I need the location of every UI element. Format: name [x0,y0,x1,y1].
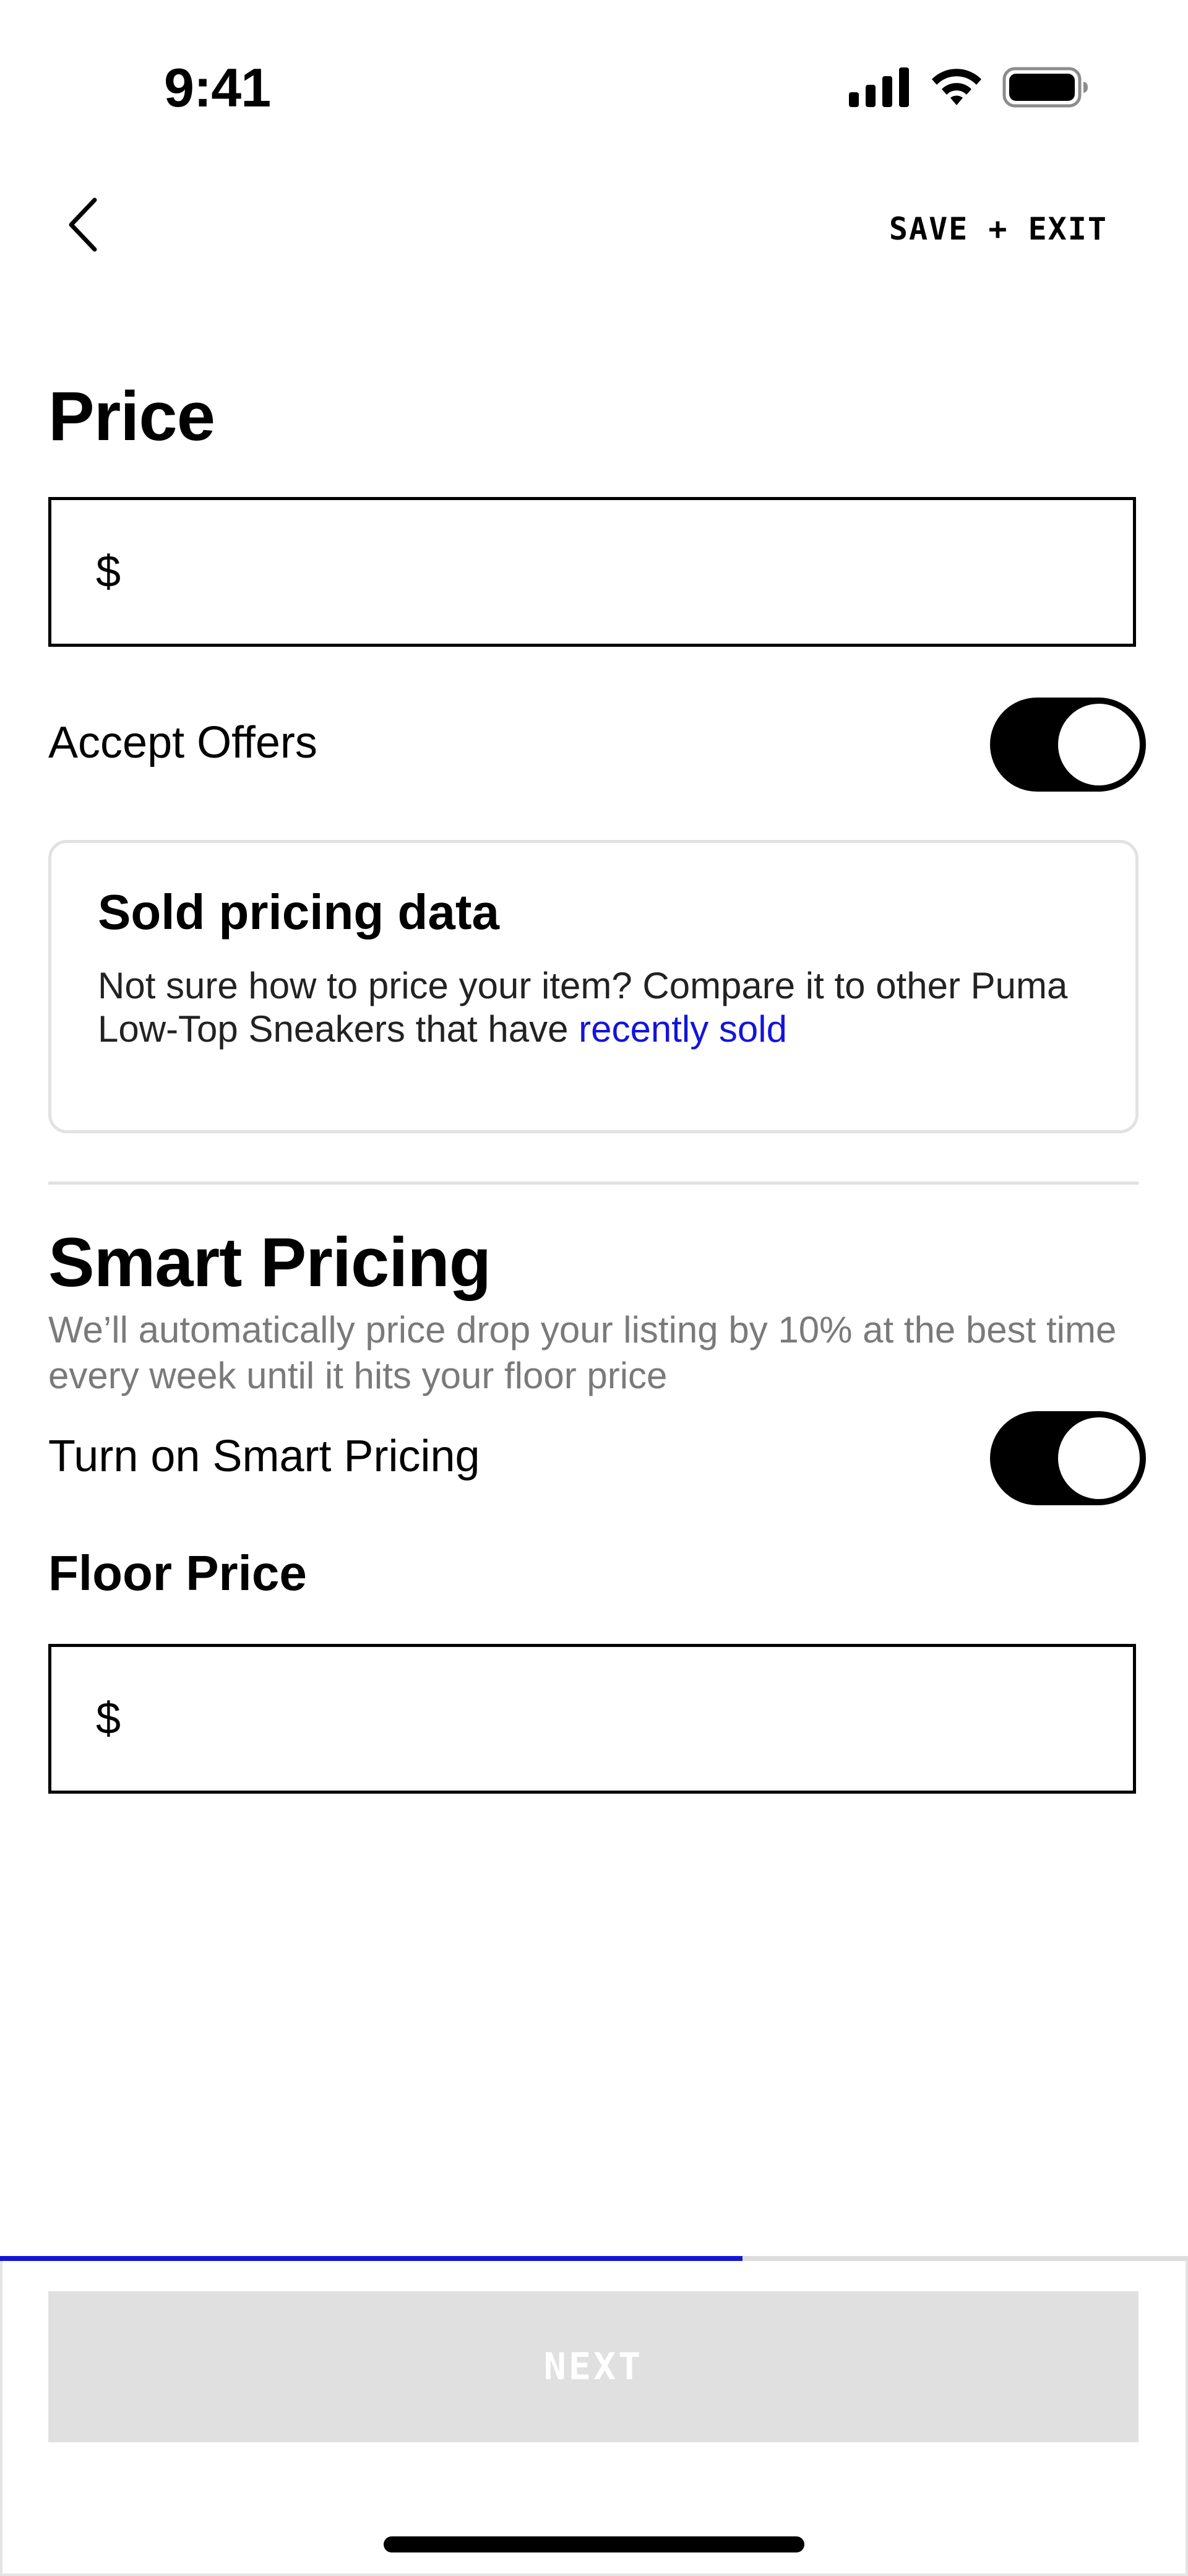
progress-bar [0,2256,1188,2261]
floor-price-input[interactable]: $ [48,1644,1136,1794]
accept-offers-toggle[interactable] [990,698,1146,792]
save-exit-button[interactable]: SAVE + EXIT [889,209,1108,249]
smart-pricing-toggle-label: Turn on Smart Pricing [48,1432,480,1481]
smart-pricing-description: We’ll automatically price drop your list… [48,1309,1117,1396]
recently-sold-link[interactable]: recently sold [579,1008,787,1050]
accept-offers-label: Accept Offers [48,718,317,767]
smart-pricing-title: Smart Pricing [48,1224,491,1301]
sold-pricing-title: Sold pricing data [98,884,499,940]
battery-icon [1002,67,1089,111]
progress-fill [0,2256,742,2261]
sold-pricing-card: Sold pricing data Not sure how to price … [48,840,1138,1133]
toggle-knob [1058,704,1140,785]
toggle-knob [1058,1417,1140,1499]
chevron-left-icon [65,195,102,257]
section-divider [48,1182,1138,1185]
home-indicator [384,2536,804,2552]
next-button[interactable]: NEXT [48,2291,1138,2442]
floor-price-title: Floor Price [48,1545,307,1601]
back-button[interactable] [56,192,111,260]
price-currency-symbol: $ [96,547,121,597]
cellular-signal-icon [849,67,911,110]
listing-price-screen: 9:41 SAVE + EXIT Price $ Accept Offers S… [0,0,1188,2576]
sold-pricing-description: Not sure how to price your item? Compare… [98,964,1113,1051]
wifi-icon [928,67,985,111]
status-icons [849,67,1089,111]
status-time: 9:41 [164,57,271,118]
price-title: Price [48,378,215,455]
price-input[interactable]: $ [48,497,1136,647]
floor-price-currency-symbol: $ [96,1694,121,1744]
smart-pricing-toggle[interactable] [990,1411,1146,1505]
